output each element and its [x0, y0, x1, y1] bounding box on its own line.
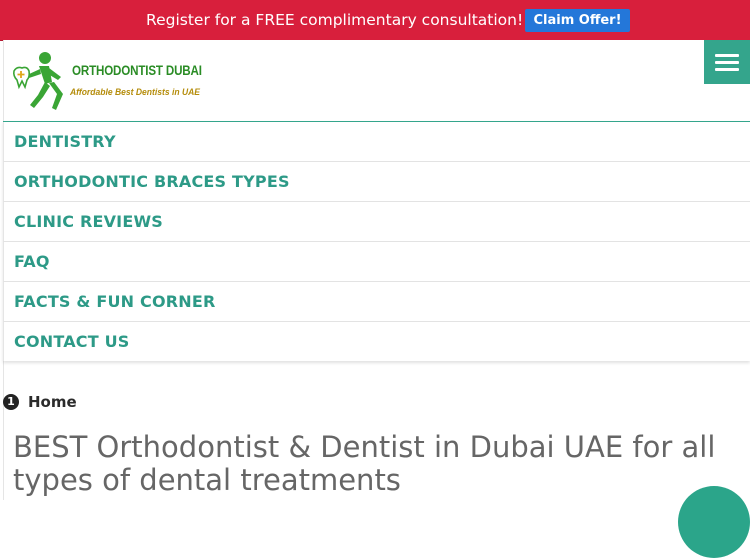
- floating-action-button[interactable]: [678, 486, 750, 558]
- page-title: BEST Orthodontist & Dentist in Dubai UAE…: [13, 430, 716, 497]
- breadcrumb-home-link[interactable]: Home: [28, 393, 77, 411]
- main-nav: DENTISTRY ORTHODONTIC BRACES TYPES CLINI…: [3, 121, 750, 361]
- nav-item-dentistry[interactable]: DENTISTRY: [3, 122, 750, 162]
- logo-name: ORTHODONTIST DUBAI: [72, 63, 202, 78]
- site-logo[interactable]: ORTHODONTIST DUBAI Affordable Best Denti…: [12, 50, 212, 112]
- nav-item-contact-us[interactable]: CONTACT US: [3, 322, 750, 361]
- breadcrumb-number-icon: 1: [3, 394, 19, 410]
- promo-text: Register for a FREE complimentary consul…: [146, 11, 524, 29]
- claim-offer-button[interactable]: Claim Offer!: [525, 9, 630, 32]
- breadcrumb: 1 Home: [3, 392, 77, 412]
- nav-item-facts-fun-corner[interactable]: FACTS & FUN CORNER: [3, 282, 750, 322]
- hamburger-menu-button[interactable]: [704, 40, 750, 84]
- menu-bar-bottom: [715, 68, 739, 71]
- logo-tagline: Affordable Best Dentists in UAE: [70, 87, 201, 98]
- promo-bar: Register for a FREE complimentary consul…: [0, 0, 750, 41]
- menu-bar-top: [715, 54, 739, 57]
- nav-item-faq[interactable]: FAQ: [3, 242, 750, 282]
- menu-bar-middle: [715, 61, 739, 64]
- nav-item-clinic-reviews[interactable]: CLINIC REVIEWS: [3, 202, 750, 242]
- logo-figure-icon: [13, 52, 63, 110]
- nav-item-braces-types[interactable]: ORTHODONTIC BRACES TYPES: [3, 162, 750, 202]
